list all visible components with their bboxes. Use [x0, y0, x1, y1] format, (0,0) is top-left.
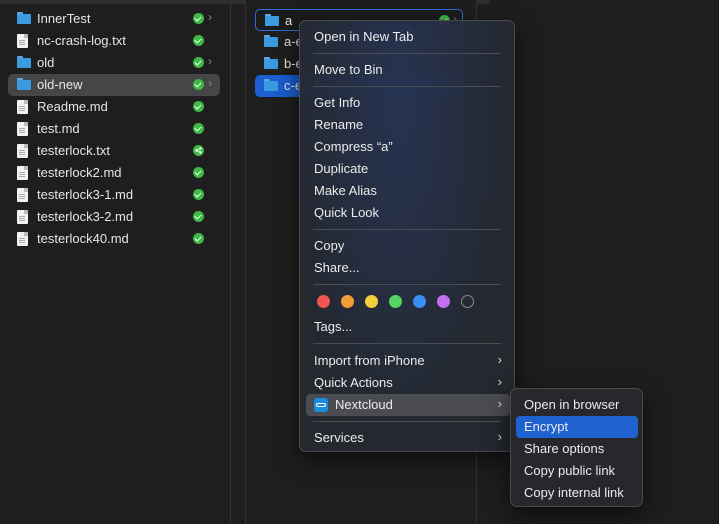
nextcloud-icon [314, 398, 328, 412]
folder-icon [264, 79, 278, 91]
document-icon [17, 144, 28, 158]
sync-ok-icon [193, 233, 204, 244]
menu-item-quick-actions[interactable]: Quick Actions › [306, 372, 510, 394]
menu-item-tags[interactable]: Tags... [306, 316, 510, 338]
file-name: testerlock3-2.md [37, 209, 134, 224]
menu-item-copy[interactable]: Copy [306, 235, 510, 257]
list-item[interactable]: testerlock3-2.md [8, 206, 220, 228]
list-item[interactable]: old › [8, 52, 220, 74]
sync-ok-icon [193, 35, 204, 46]
file-name: testerlock3-1.md [37, 187, 134, 202]
menu-item-move-to-bin[interactable]: Move to Bin [306, 59, 510, 81]
list-item[interactable]: test.md [8, 118, 220, 140]
submenu-item-share-options[interactable]: Share options [516, 438, 638, 460]
menu-separator [313, 229, 501, 230]
menu-item-open-new-tab[interactable]: Open in New Tab [306, 26, 510, 48]
file-name: Readme.md [37, 99, 108, 114]
file-name: old-new [37, 77, 83, 92]
chevron-right-icon: › [497, 396, 502, 411]
menu-item-rename[interactable]: Rename [306, 114, 510, 136]
document-icon [17, 166, 28, 180]
file-name: nc-crash-log.txt [37, 33, 126, 48]
tag-green-button[interactable] [389, 295, 402, 308]
list-item[interactable]: InnerTest › [8, 8, 220, 30]
list-item[interactable]: testerlock40.md [8, 228, 220, 250]
list-item[interactable]: testerlock.txt [8, 140, 220, 162]
menu-item-duplicate[interactable]: Duplicate [306, 158, 510, 180]
chevron-right-icon: › [497, 374, 502, 389]
submenu-item-open-in-browser[interactable]: Open in browser [516, 394, 638, 416]
folder-icon [264, 57, 278, 69]
submenu-item-copy-public-link[interactable]: Copy public link [516, 460, 638, 482]
menu-item-share[interactable]: Share... [306, 257, 510, 279]
menu-separator [313, 284, 501, 285]
shared-icon [193, 145, 204, 156]
submenu-item-copy-internal-link[interactable]: Copy internal link [516, 482, 638, 504]
sync-ok-icon [193, 167, 204, 178]
sync-ok-icon [193, 79, 204, 90]
menu-separator [313, 421, 501, 422]
folder-icon [17, 78, 31, 90]
file-name: testerlock40.md [37, 231, 129, 246]
folder-icon [264, 35, 278, 47]
menu-item-import-from-iphone[interactable]: Import from iPhone › [306, 350, 510, 372]
list-item[interactable]: testerlock3-1.md [8, 184, 220, 206]
tag-orange-button[interactable] [341, 295, 354, 308]
file-name: testerlock2.md [37, 165, 122, 180]
chevron-right-icon: › [208, 10, 212, 24]
menu-item-quick-look[interactable]: Quick Look [306, 202, 510, 224]
menu-item-get-info[interactable]: Get Info [306, 92, 510, 114]
menu-item-compress[interactable]: Compress “a” [306, 136, 510, 158]
file-name: InnerTest [37, 11, 91, 26]
list-item[interactable]: testerlock2.md [8, 162, 220, 184]
column-divider[interactable] [230, 0, 231, 524]
tag-gray-button[interactable] [461, 295, 474, 308]
folder-icon [265, 14, 279, 26]
list-item-selected[interactable]: old-new › [8, 74, 220, 96]
tag-purple-button[interactable] [437, 295, 450, 308]
document-icon [17, 122, 28, 136]
sync-ok-icon [193, 211, 204, 222]
menu-separator [313, 53, 501, 54]
chevron-right-icon: › [497, 352, 502, 367]
sync-ok-icon [193, 13, 204, 24]
nextcloud-submenu: Open in browser Encrypt Share options Co… [510, 388, 643, 507]
chevron-right-icon: › [208, 54, 212, 68]
document-icon [17, 210, 28, 224]
tag-yellow-button[interactable] [365, 295, 378, 308]
menu-item-services[interactable]: Services › [306, 427, 510, 449]
sync-ok-icon [193, 189, 204, 200]
sync-ok-icon [193, 123, 204, 134]
chevron-right-icon: › [208, 76, 212, 90]
list-item[interactable]: Readme.md [8, 96, 220, 118]
menu-item-make-alias[interactable]: Make Alias [306, 180, 510, 202]
sync-ok-icon [193, 57, 204, 68]
file-name: testerlock.txt [37, 143, 110, 158]
rename-field[interactable]: a [285, 13, 292, 28]
menu-item-nextcloud[interactable]: Nextcloud › [306, 394, 510, 416]
document-icon [17, 34, 28, 48]
submenu-item-encrypt[interactable]: Encrypt [516, 416, 638, 438]
context-menu: Open in New Tab Move to Bin Get Info Ren… [299, 20, 515, 452]
list-item[interactable]: nc-crash-log.txt [8, 30, 220, 52]
sync-ok-icon [193, 101, 204, 112]
menu-separator [313, 86, 501, 87]
folder-icon [17, 12, 31, 24]
file-name: old [37, 55, 55, 70]
menu-separator [313, 343, 501, 344]
document-icon [17, 232, 28, 246]
folder-icon [17, 56, 31, 68]
document-icon [17, 100, 28, 114]
chevron-right-icon: › [497, 429, 502, 444]
document-icon [17, 188, 28, 202]
file-name: test.md [37, 121, 80, 136]
tag-red-button[interactable] [317, 295, 330, 308]
finder-column-1: InnerTest › nc-crash-log.txt old › old-n… [0, 4, 230, 524]
tag-blue-button[interactable] [413, 295, 426, 308]
